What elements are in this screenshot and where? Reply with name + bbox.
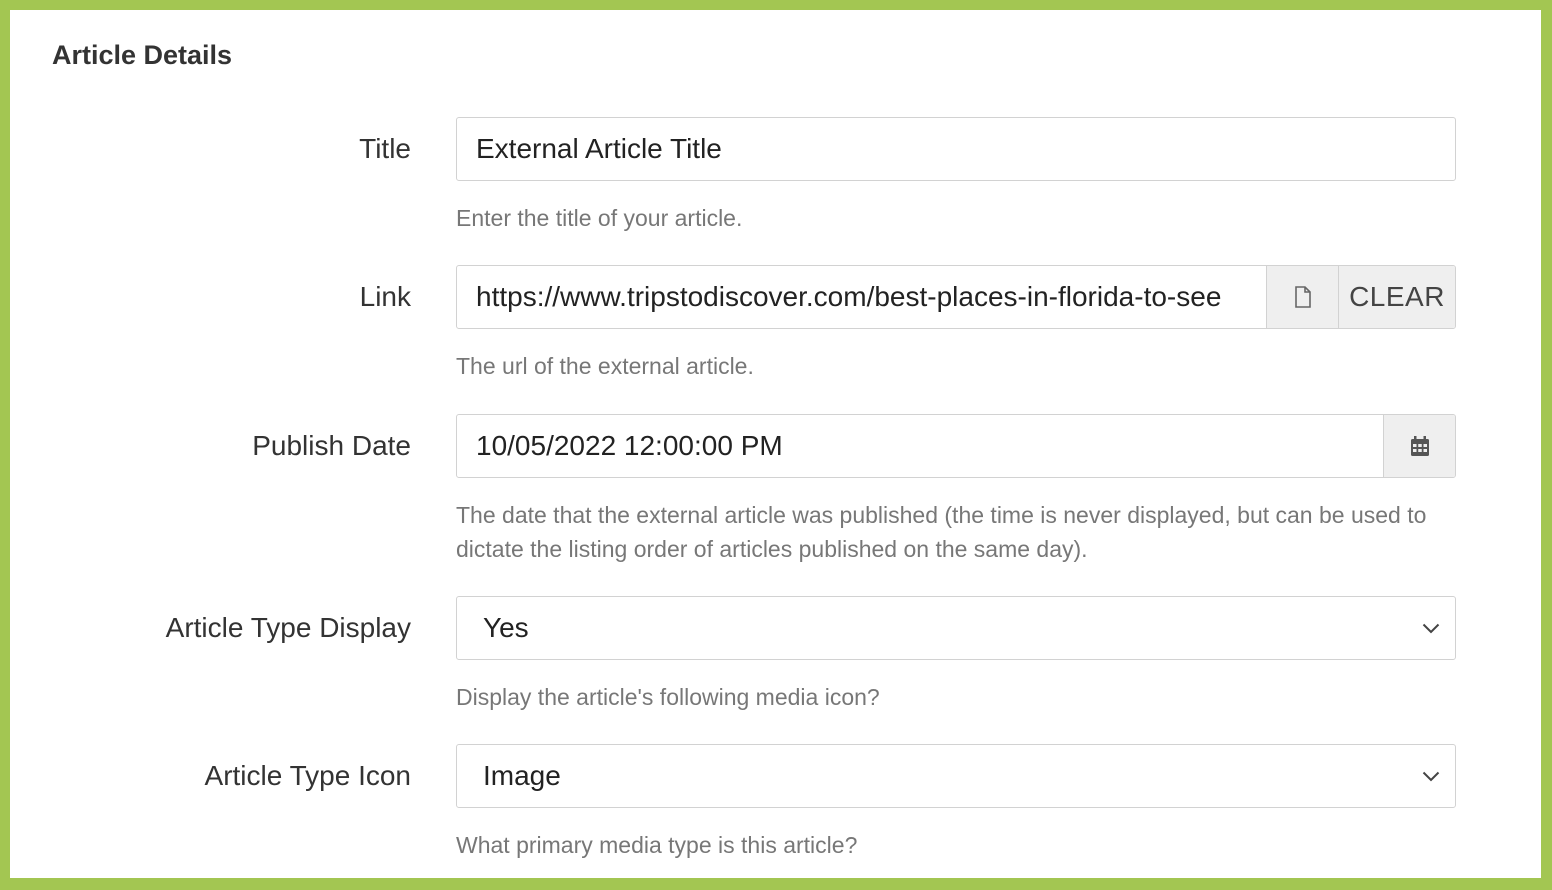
publish-date-label: Publish Date [252,430,411,461]
title-label: Title [359,133,411,164]
title-help: Enter the title of your article. [456,205,743,231]
article-type-display-help: Display the article's following media ic… [456,684,880,710]
article-type-icon-help: What primary media type is this article? [456,832,858,858]
link-input[interactable] [457,266,1266,328]
chevron-down-icon [1407,597,1455,659]
section-title: Article Details [52,40,233,70]
article-type-icon-value: Image [483,760,561,791]
chevron-down-icon [1407,745,1455,807]
article-type-display-label: Article Type Display [165,612,411,643]
clear-button[interactable]: CLEAR [1338,266,1455,328]
article-type-icon-select[interactable]: Image [456,744,1456,808]
article-type-display-select[interactable]: Yes [456,596,1456,660]
file-browse-button[interactable] [1266,266,1338,328]
link-input-group: CLEAR [456,265,1456,329]
publish-date-input-group [456,414,1456,478]
publish-date-help: The date that the external article was p… [456,502,1427,562]
calendar-icon [1410,436,1429,456]
title-input-wrapper [456,117,1456,181]
publish-date-input[interactable] [457,415,1383,477]
article-type-icon-label: Article Type Icon [204,760,411,791]
title-input[interactable] [457,118,1455,180]
link-label: Link [359,281,411,312]
file-icon [1294,286,1311,308]
calendar-button[interactable] [1383,415,1455,477]
link-help: The url of the external article. [456,353,754,379]
article-type-display-value: Yes [483,612,529,643]
article-details-panel: Article Details Title Enter the title of… [10,10,1541,878]
